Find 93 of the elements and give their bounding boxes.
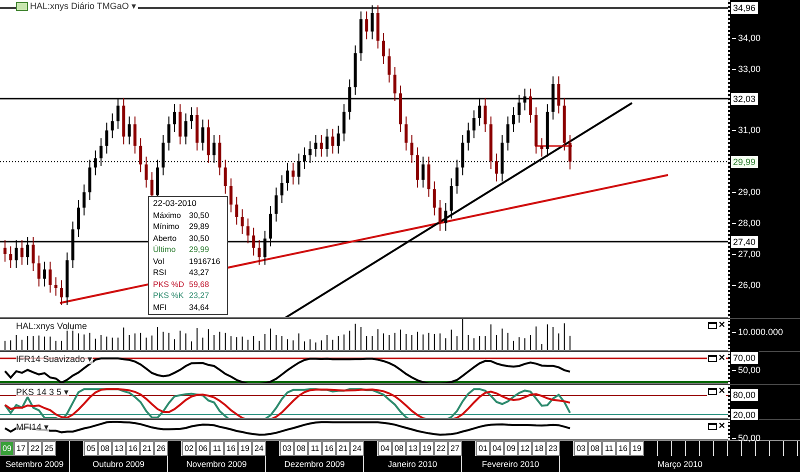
axis-label: 26,00 <box>732 278 761 291</box>
day-label: 21 <box>336 441 350 456</box>
day-label: 08 <box>294 441 308 456</box>
tooltip-value: 29,99 <box>189 244 210 256</box>
tooltip-value: 43,27 <box>189 267 210 278</box>
month-label: Setembro 2009 <box>5 459 64 469</box>
tooltip-label: Mínimo <box>153 221 180 232</box>
day-label: 26 <box>154 441 168 456</box>
tooltip-label: PKS %D <box>153 278 186 290</box>
axis-label: 27,00 <box>732 248 761 260</box>
day-label: 12 <box>518 441 532 456</box>
month-label: Março 2010 <box>658 459 702 469</box>
maximize-icon[interactable] <box>708 322 717 328</box>
day-label: 03 <box>280 441 294 456</box>
day-label: 22 <box>434 441 448 456</box>
day-label: 11 <box>602 441 616 456</box>
tooltip-value: 30,50 <box>189 210 210 221</box>
day-label: 03 <box>574 441 588 456</box>
price-tag: 32,03 <box>730 92 759 106</box>
price-tag: 27,40 <box>730 234 759 249</box>
day-label: 16 <box>322 441 336 456</box>
day-label: 02 <box>182 441 196 456</box>
axis-label: 50,00 <box>732 432 761 444</box>
day-label: 19 <box>238 441 252 456</box>
month-label: Fevereiro 2010 <box>482 459 540 469</box>
day-label: 22 <box>28 441 42 456</box>
day-label: 11 <box>210 441 224 456</box>
price-tag: 34,96 <box>730 1 759 16</box>
tooltip-label: Último <box>153 244 177 256</box>
level-tag: 70,00 <box>730 351 759 366</box>
day-label: 24 <box>350 441 364 456</box>
day-label: 27 <box>448 441 462 456</box>
axis-label: 50,00 <box>732 364 761 376</box>
axis-label: 31,00 <box>732 124 761 136</box>
panel-title: HAL:xnys Volume <box>16 321 88 331</box>
day-label: 17 <box>14 441 28 456</box>
maximize-icon[interactable] <box>708 388 717 394</box>
day-label: 04 <box>378 441 392 456</box>
month-label: Outubro 2009 <box>92 459 144 469</box>
tooltip-value: 23,27 <box>189 290 210 302</box>
axis-label: 28,00 <box>732 217 761 230</box>
level-tag: 20,00 <box>730 408 759 422</box>
tooltip-label: MFI <box>153 302 168 313</box>
tooltip-value: 30,50 <box>189 232 210 244</box>
day-label: 18 <box>532 441 546 456</box>
day-label: 19 <box>420 441 434 456</box>
day-label: 16 <box>126 441 140 456</box>
tooltip-value: 1916716 <box>189 256 220 267</box>
close-button[interactable]: × <box>718 320 725 330</box>
chart-icon[interactable] <box>16 2 28 10</box>
panel-title: MFI14 ▾ <box>16 422 50 432</box>
tooltip-label: Vol <box>153 256 166 267</box>
axis-label: 10.000.000 <box>732 326 784 338</box>
level-tag: 80,00 <box>730 388 759 402</box>
day-label: 24 <box>252 441 266 456</box>
day-label: 16 <box>224 441 238 456</box>
tooltip-date: 22-03-2010 <box>153 198 198 210</box>
day-label: 08 <box>588 441 602 456</box>
day-label: 19 <box>630 441 644 456</box>
day-label: 06 <box>196 441 210 456</box>
axis-label: 33,00 <box>732 62 761 75</box>
day-label: 13 <box>112 441 126 456</box>
tooltip-label: PKS %K <box>153 290 185 302</box>
day-label: 08 <box>98 441 112 456</box>
close-button[interactable]: × <box>718 421 725 431</box>
tooltip-label: Aberto <box>153 232 178 244</box>
maximize-icon[interactable] <box>708 422 717 430</box>
month-label: Janeiro 2010 <box>388 459 438 469</box>
tooltip-value: 34,64 <box>189 302 210 313</box>
axis-label: 29,00 <box>732 186 761 198</box>
axis-label: 34,00 <box>732 32 761 44</box>
tooltip-value: 29,89 <box>189 221 210 232</box>
price-tag: 29,99 <box>730 154 759 169</box>
tooltip-label: RSI <box>153 267 168 278</box>
day-label: 13 <box>406 441 420 456</box>
day-label: 23 <box>546 441 560 456</box>
tooltip-label: Máximo <box>153 210 182 221</box>
day-label: 25 <box>42 441 56 456</box>
maximize-icon[interactable] <box>708 354 717 362</box>
day-label: 11 <box>308 441 322 456</box>
tooltip-value: 59,68 <box>189 278 210 290</box>
day-label: 21 <box>140 441 154 456</box>
day-label: 09 <box>0 441 14 456</box>
day-label: 09 <box>504 441 518 456</box>
panel-title: IFR14 Suavizado ▾ <box>16 354 93 364</box>
day-label: 01 <box>476 441 490 456</box>
month-label: Novembro 2009 <box>186 459 247 469</box>
day-label: 04 <box>490 441 504 456</box>
month-label: Dezembro 2009 <box>284 459 345 469</box>
day-label: 16 <box>616 441 630 456</box>
day-label: 05 <box>84 441 98 456</box>
panel-title: PKS 14 3 5 ▾ <box>16 387 70 397</box>
day-label: 08 <box>392 441 406 456</box>
